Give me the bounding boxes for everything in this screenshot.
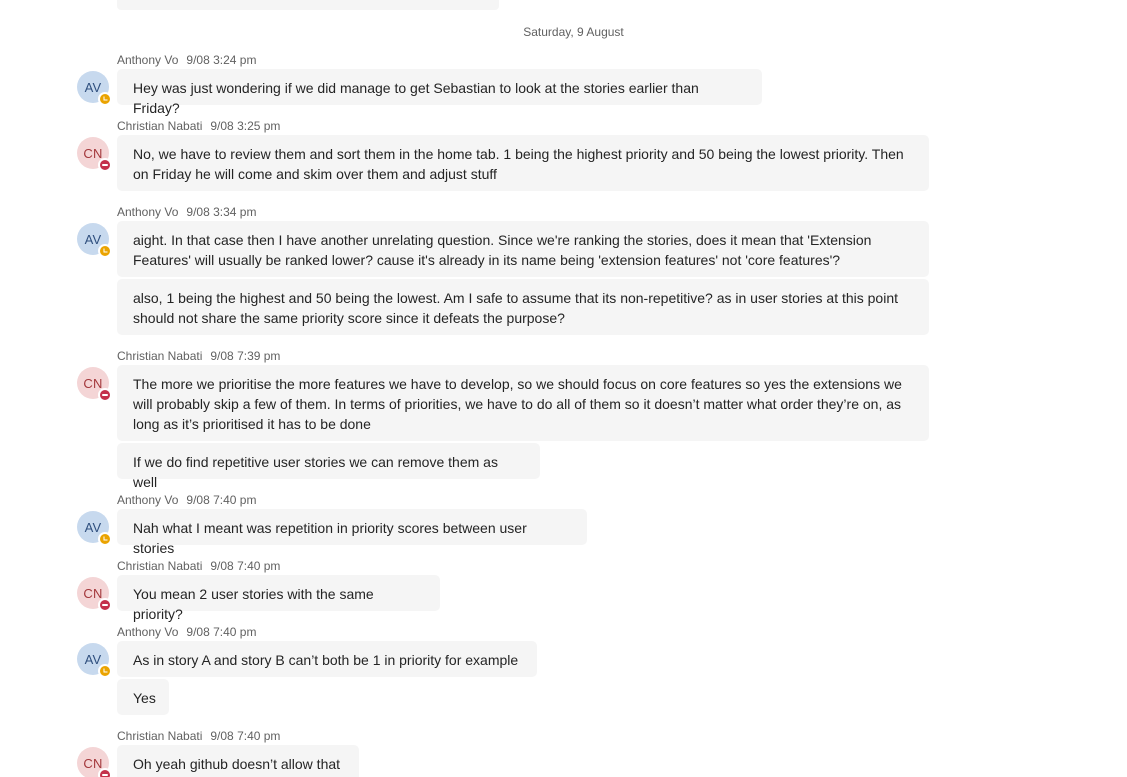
avatar-initials: CN [83, 145, 103, 161]
author-name: Christian Nabati [117, 559, 203, 573]
message-bubble[interactable]: Oh yeah github doesn’t allow that [117, 745, 359, 777]
author-name: Anthony Vo [117, 493, 179, 507]
avatar[interactable]: CN [77, 367, 112, 402]
timestamp: 9/08 3:34 pm [186, 205, 257, 219]
away-status-icon [98, 532, 112, 546]
message-bubble[interactable]: You mean 2 user stories with the same pr… [117, 575, 440, 622]
message-header: Anthony Vo 9/08 3:24 pm [117, 53, 256, 67]
avatar[interactable]: AV [77, 511, 112, 546]
message-bubble[interactable]: Nah what I meant was repetition in prior… [117, 509, 587, 556]
message-header: Christian Nabati 9/08 7:40 pm [117, 729, 280, 743]
message-bubble[interactable]: The more we prioritise the more features… [117, 365, 929, 441]
timestamp: 9/08 7:39 pm [210, 349, 281, 363]
message-header: Anthony Vo 9/08 3:34 pm [117, 205, 256, 219]
message-bubble[interactable]: Hey was just wondering if we did manage … [117, 69, 762, 116]
message-bubble[interactable]: As in story A and story B can’t both be … [117, 641, 537, 677]
message-header: Christian Nabati 9/08 3:25 pm [117, 119, 280, 133]
message-header: Anthony Vo 9/08 7:40 pm [117, 625, 256, 639]
author-name: Anthony Vo [117, 205, 179, 219]
message-bubble[interactable]: If we do find repetitive user stories we… [117, 443, 540, 490]
avatar-initials: AV [84, 519, 102, 535]
avatar[interactable]: CN [77, 577, 112, 612]
do-not-disturb-status-icon [98, 598, 112, 612]
avatar-initials: CN [83, 375, 103, 391]
previous-message-bubble[interactable] [117, 0, 499, 10]
message-bubble[interactable]: Yes [117, 679, 169, 715]
avatar[interactable]: AV [77, 71, 112, 106]
away-status-icon [98, 244, 112, 258]
date-separator: Saturday, 9 August [523, 25, 624, 39]
away-status-icon [98, 92, 112, 106]
timestamp: 9/08 7:40 pm [186, 625, 257, 639]
timestamp: 9/08 3:25 pm [210, 119, 281, 133]
message-header: Christian Nabati 9/08 7:40 pm [117, 559, 280, 573]
avatar-initials: AV [84, 231, 102, 247]
author-name: Anthony Vo [117, 53, 179, 67]
avatar[interactable]: CN [77, 137, 112, 172]
message-bubble[interactable]: aight. In that case then I have another … [117, 221, 929, 277]
do-not-disturb-status-icon [98, 388, 112, 402]
message-header: Anthony Vo 9/08 7:40 pm [117, 493, 256, 507]
avatar[interactable]: CN [77, 747, 112, 777]
timestamp: 9/08 7:40 pm [210, 729, 281, 743]
avatar[interactable]: AV [77, 643, 112, 678]
message-bubble[interactable]: also, 1 being the highest and 50 being t… [117, 279, 929, 335]
avatar[interactable]: AV [77, 223, 112, 258]
author-name: Christian Nabati [117, 119, 203, 133]
chat-message-list[interactable]: Saturday, 9 August Anthony Vo 9/08 3:24 … [0, 0, 1127, 777]
avatar-initials: AV [84, 651, 102, 667]
avatar-initials: CN [83, 585, 103, 601]
timestamp: 9/08 7:40 pm [186, 493, 257, 507]
timestamp: 9/08 3:24 pm [186, 53, 257, 67]
author-name: Christian Nabati [117, 349, 203, 363]
timestamp: 9/08 7:40 pm [210, 559, 281, 573]
away-status-icon [98, 664, 112, 678]
do-not-disturb-status-icon [98, 768, 112, 777]
message-bubble[interactable]: No, we have to review them and sort them… [117, 135, 929, 191]
avatar-initials: CN [83, 755, 103, 771]
author-name: Christian Nabati [117, 729, 203, 743]
do-not-disturb-status-icon [98, 158, 112, 172]
message-header: Christian Nabati 9/08 7:39 pm [117, 349, 280, 363]
avatar-initials: AV [84, 79, 102, 95]
author-name: Anthony Vo [117, 625, 179, 639]
